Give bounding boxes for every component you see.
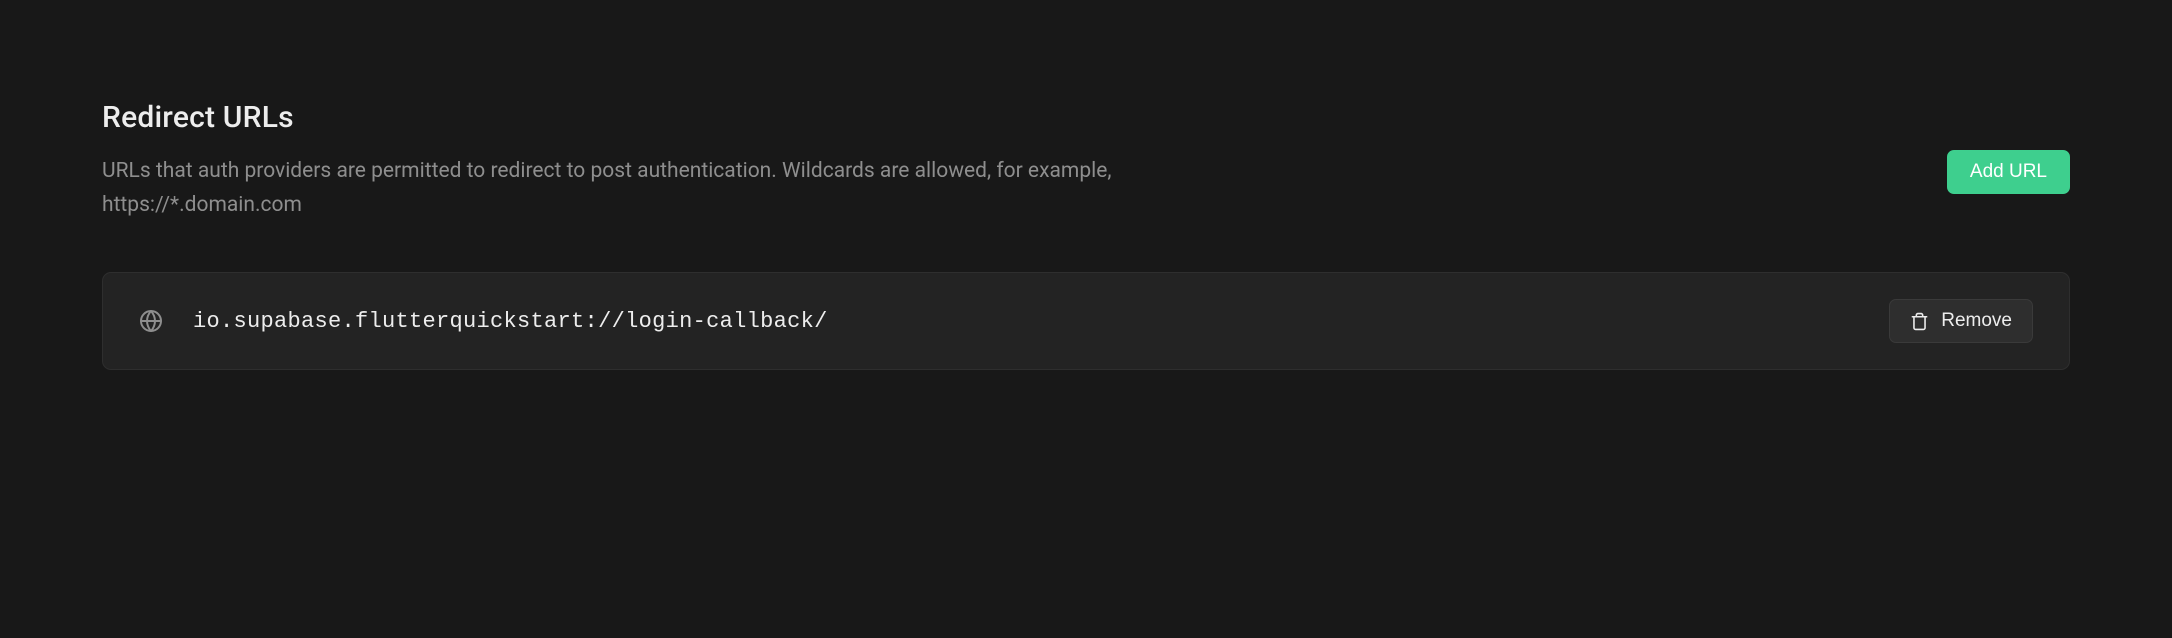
header-text-block: Redirect URLs URLs that auth providers a… xyxy=(102,100,1947,222)
remove-button-label: Remove xyxy=(1941,310,2012,332)
trash-icon xyxy=(1910,312,1929,331)
url-list: io.supabase.flutterquickstart://login-ca… xyxy=(102,272,2070,370)
section-description: URLs that auth providers are permitted t… xyxy=(102,155,1202,222)
add-url-button[interactable]: Add URL xyxy=(1947,150,2070,194)
url-row-left: io.supabase.flutterquickstart://login-ca… xyxy=(139,309,828,334)
remove-url-button[interactable]: Remove xyxy=(1889,299,2033,343)
section-header: Redirect URLs URLs that auth providers a… xyxy=(102,100,2070,222)
url-row: io.supabase.flutterquickstart://login-ca… xyxy=(102,272,2070,370)
url-value: io.supabase.flutterquickstart://login-ca… xyxy=(193,309,828,334)
globe-icon xyxy=(139,309,163,333)
section-title: Redirect URLs xyxy=(102,100,1947,135)
